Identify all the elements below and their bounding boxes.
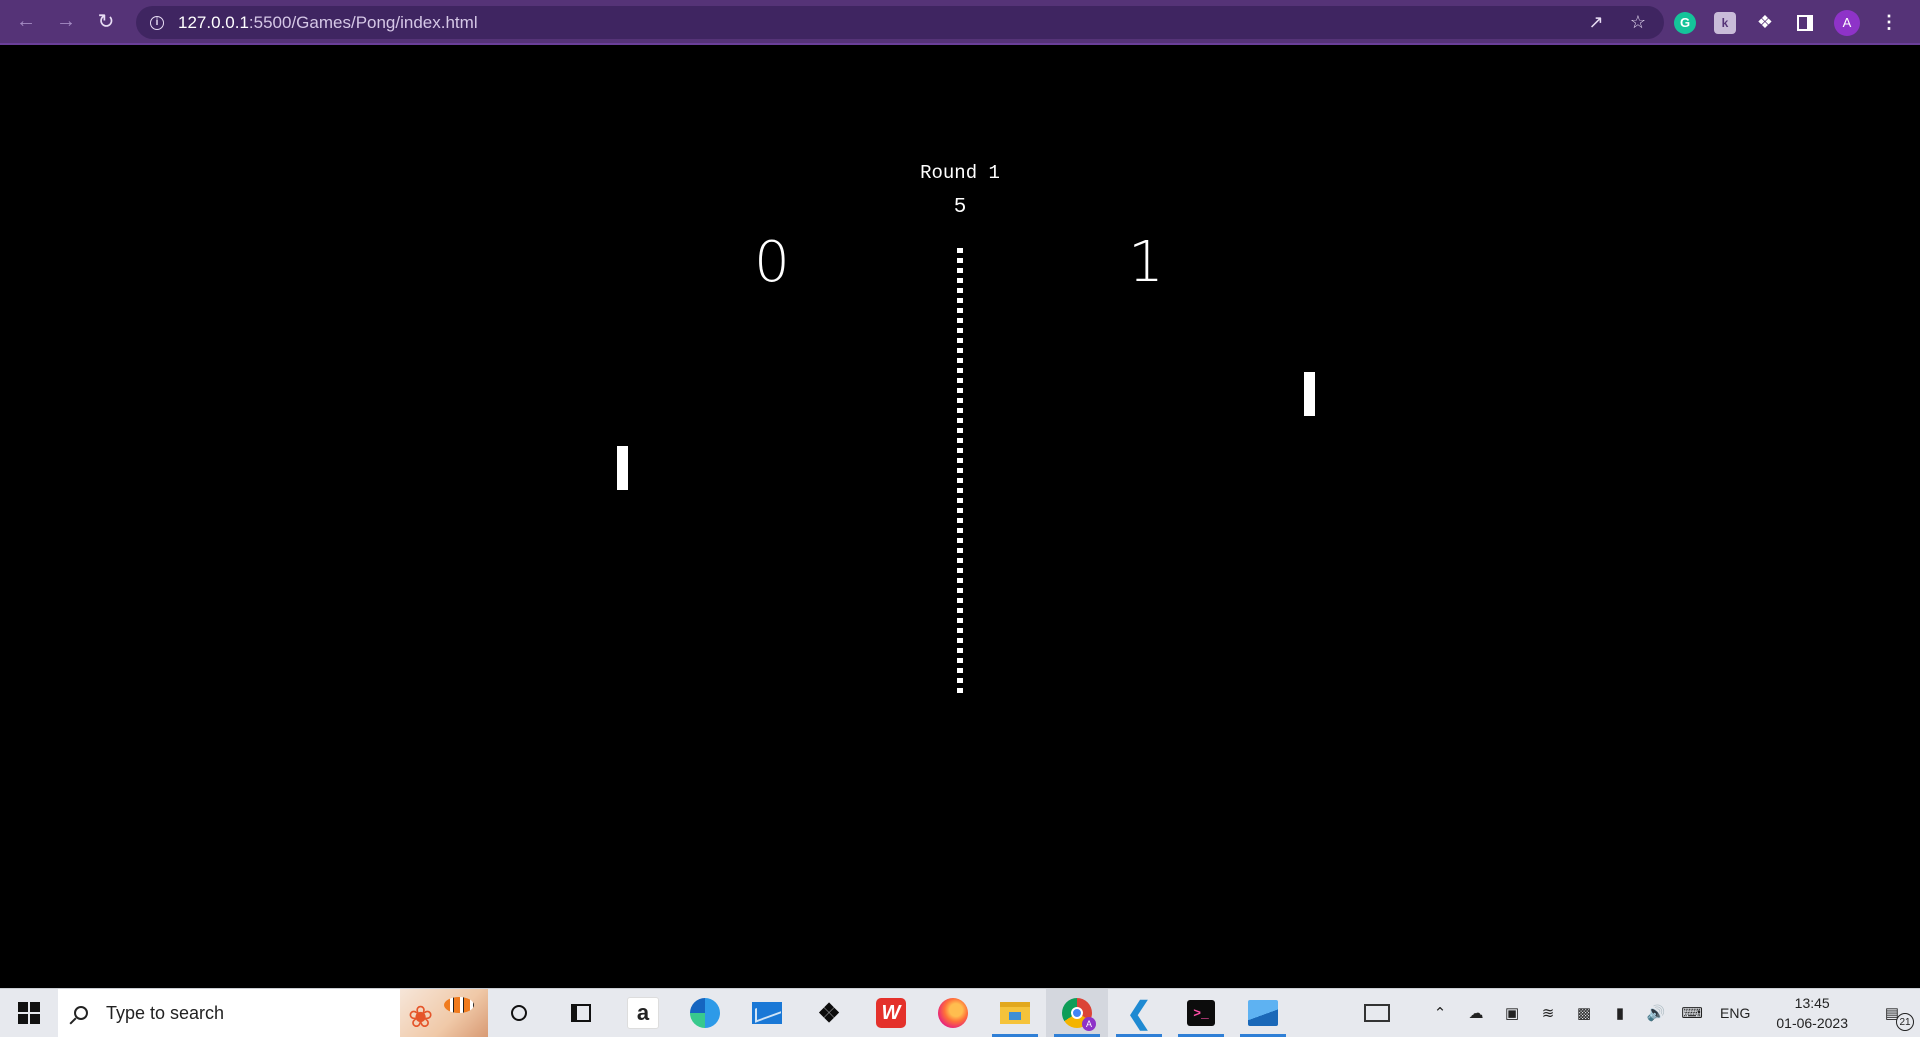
search-icon [74,1006,88,1020]
news-icon [1364,1004,1391,1022]
left-paddle [617,446,628,490]
extensions-icon[interactable]: ❖ [1754,12,1776,34]
chrome-profile-badge: A [1082,1017,1096,1031]
search-placeholder: Type to search [106,1002,225,1023]
show-hidden-icons-icon[interactable]: ⌃ [1422,989,1458,1037]
taskbar-file-explorer[interactable] [984,989,1046,1037]
forward-button[interactable]: → [46,0,86,44]
search-highlight-image[interactable]: ❀ [400,989,488,1037]
url-text[interactable]: 127.0.0.1:5500/Games/Pong/index.html [178,13,478,33]
url-path: :5500/Games/Pong/index.html [248,12,478,32]
share-icon[interactable]: ↗ [1586,12,1606,33]
taskbar-wps[interactable]: W [860,989,922,1037]
vscode-icon: ❮ [1126,996,1152,1030]
windows-taskbar: Type to search ❀ a ❖ W A ❮ >_ ⌃ ☁ ▣ ≋ ▩ … [0,988,1920,1037]
kami-icon[interactable]: k [1714,11,1736,34]
volume-icon[interactable]: 🔊 [1638,989,1674,1037]
back-icon: ← [16,10,36,32]
file-explorer-icon [1000,1002,1030,1024]
reload-icon: ↻ [97,11,115,33]
cortana-button[interactable] [488,989,550,1037]
task-view-button[interactable] [550,989,612,1037]
display-settings-icon[interactable]: ▣ [1494,989,1530,1037]
grammarly-icon[interactable]: G [1674,11,1696,34]
meet-now-icon[interactable]: ▩ [1566,989,1602,1037]
menu-icon[interactable]: ⋮ [1878,12,1900,34]
battery-icon[interactable]: ▮ [1602,989,1638,1037]
dropbox-icon: ❖ [817,997,841,1028]
taskbar-photos[interactable] [1232,989,1294,1037]
windows-icon [18,1002,40,1024]
taskbar-amazon[interactable]: a [612,989,674,1037]
taskbar-chrome[interactable]: A [1046,989,1108,1037]
task-view-icon [571,1004,591,1022]
browser-toolbar: ← → ↻ i 127.0.0.1:5500/Games/Pong/index.… [0,0,1920,45]
side-panel-icon [1797,14,1813,31]
terminal-icon: >_ [1187,1000,1215,1026]
news-widget-button[interactable] [1360,989,1422,1037]
notification-center-button[interactable]: ▤ 21 [1864,989,1920,1037]
right-paddle [1304,372,1315,416]
info-icon[interactable]: i [150,15,164,30]
forward-icon: → [56,10,76,32]
extensions-area: G k ❖ A ⋮ [1674,0,1900,45]
taskbar-edge[interactable] [674,989,736,1037]
clock-time: 13:45 [1794,995,1830,1011]
chrome-icon: A [1062,998,1096,1031]
taskbar-vscode[interactable]: ❮ [1108,989,1170,1037]
firefox-icon [938,998,968,1028]
clock-date: 01-06-2023 [1776,1015,1848,1031]
cortana-icon [511,1005,527,1021]
address-bar[interactable]: i 127.0.0.1:5500/Games/Pong/index.html ↗… [136,6,1664,39]
clownfish-icon [444,997,474,1013]
edge-icon [690,998,720,1028]
wifi-icon[interactable]: ≋ [1530,989,1566,1037]
wps-office-icon: W [876,998,906,1028]
right-score: 1 [1128,230,1164,295]
start-button[interactable] [0,989,58,1037]
profile-avatar[interactable]: A [1834,9,1860,36]
url-host: 127.0.0.1 [178,12,249,32]
notification-count: 21 [1896,1013,1914,1031]
star-icon[interactable]: ☆ [1628,12,1648,33]
taskbar-dropbox[interactable]: ❖ [798,989,860,1037]
keyboard-icon[interactable]: ⌨ [1674,989,1710,1037]
coral-icon: ❀ [408,1001,434,1034]
amazon-icon: a [627,997,659,1029]
mail-icon [752,1002,782,1024]
round-label: Round 1 [920,162,1000,184]
side-panel-button[interactable] [1794,12,1816,34]
address-bar-actions: ↗ ☆ [1586,6,1648,39]
taskbar-mail[interactable] [736,989,798,1037]
clock[interactable]: 13:45 01-06-2023 [1760,993,1864,1033]
system-tray: ⌃ ☁ ▣ ≋ ▩ ▮ 🔊 ⌨ ENG 13:45 01-06-2023 ▤ 2… [1360,989,1920,1037]
countdown-timer: 5 [953,196,967,219]
reload-button[interactable]: ↻ [86,0,126,44]
pong-canvas[interactable]: Round 1 5 0 1 [0,45,1920,988]
back-button[interactable]: ← [6,0,46,44]
language-indicator[interactable]: ENG [1710,989,1760,1037]
taskbar-firefox[interactable] [922,989,984,1037]
photos-icon [1248,1000,1278,1026]
taskbar-search[interactable]: Type to search ❀ [58,989,488,1037]
onedrive-icon[interactable]: ☁ [1458,989,1494,1037]
left-score: 0 [754,230,790,295]
taskbar-terminal[interactable]: >_ [1170,989,1232,1037]
center-net [957,248,963,698]
